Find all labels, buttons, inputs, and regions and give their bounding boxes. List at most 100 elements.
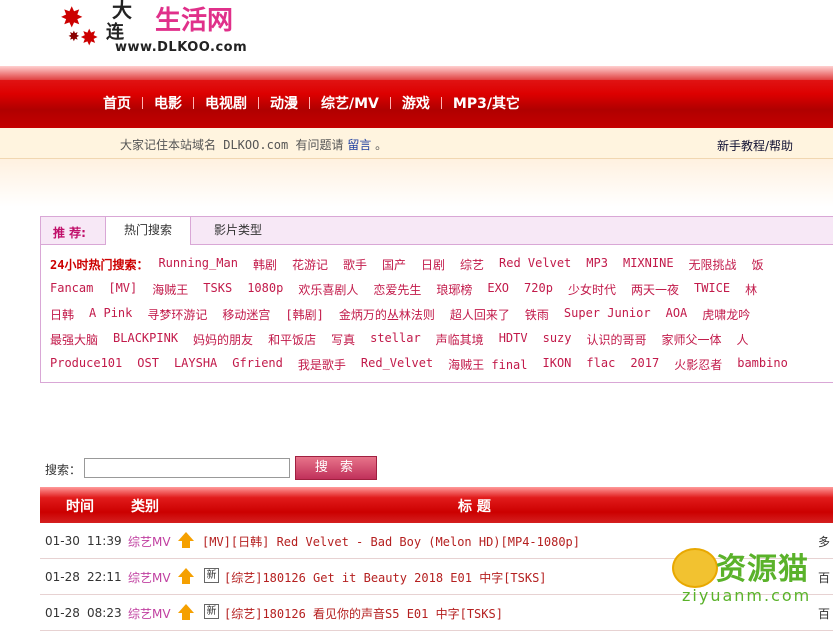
watermark-text: 资源猫	[716, 552, 809, 587]
nav-mp3-other[interactable]: MP3/其它	[442, 93, 531, 113]
keyword-link[interactable]: Red_Velvet	[361, 356, 433, 373]
keyword-link[interactable]: HDTV	[499, 331, 528, 348]
keyword-row: 日韩 A Pink 寻梦环游记 移动迷宫 [韩剧] 金炳万的丛林法则 超人回来了…	[50, 306, 765, 323]
keyword-link[interactable]: bambino	[737, 356, 788, 373]
keyword-link[interactable]: 综艺	[460, 256, 484, 273]
search-button[interactable]: 搜 索	[295, 456, 377, 480]
keyword-link[interactable]: 日剧	[421, 256, 445, 273]
keyword-link[interactable]: LAYSHA	[174, 356, 217, 373]
keyword-link[interactable]: MIXNINE	[623, 256, 674, 273]
keyword-link[interactable]: IKON	[543, 356, 572, 373]
help-link[interactable]: 新手教程/帮助	[717, 137, 793, 154]
logo-site-name: 生活网	[155, 6, 234, 36]
search-label: 搜索：	[45, 463, 82, 477]
keyword-link[interactable]: BLACKPINK	[113, 331, 178, 348]
row-category[interactable]: 综艺MV	[128, 605, 171, 622]
keyword-link[interactable]: suzy	[543, 331, 572, 348]
keyword-link[interactable]: 饭	[752, 256, 764, 273]
keyword-link[interactable]: 火影忍者	[674, 356, 722, 373]
main-nav: 首页 电影 电视剧 动漫 综艺/MV 游戏 MP3/其它	[92, 92, 531, 114]
keyword-link[interactable]: 移动迷宫	[222, 306, 270, 323]
keyword-link[interactable]: Super Junior	[564, 306, 651, 323]
list-header: 时间 类别 标 题	[40, 487, 833, 523]
keyword-link[interactable]: AOA	[666, 306, 688, 323]
keyword-link[interactable]: 人	[737, 331, 749, 348]
keyword-link[interactable]: Produce101	[50, 356, 122, 373]
row-title-link[interactable]: [MV][日韩] Red Velvet - Bad Boy (Melon HD)…	[202, 533, 580, 550]
keyword-link[interactable]: 韩剧	[253, 256, 277, 273]
cat-logo-icon	[672, 548, 718, 588]
keyword-link[interactable]: Red Velvet	[499, 256, 571, 273]
keyword-link[interactable]: 金炳万的丛林法则	[339, 306, 435, 323]
row-time: 11:39	[87, 534, 122, 548]
nav-home[interactable]: 首页	[92, 93, 142, 113]
keyword-link[interactable]: 无限挑战	[689, 256, 737, 273]
keyword-link[interactable]: flac	[586, 356, 615, 373]
nav-tv-series[interactable]: 电视剧	[194, 93, 258, 113]
keyword-link[interactable]: Gfriend	[232, 356, 283, 373]
keyword-link[interactable]: [韩剧]	[285, 306, 323, 323]
keyword-link[interactable]: 最强大脑	[50, 331, 98, 348]
keyword-link[interactable]: 寻梦环游记	[147, 306, 207, 323]
nav-variety-mv[interactable]: 综艺/MV	[310, 93, 390, 113]
new-badge-icon: 新	[204, 568, 219, 583]
row-category[interactable]: 综艺MV	[128, 533, 171, 550]
nav-games[interactable]: 游戏	[391, 93, 441, 113]
keyword-link[interactable]: 认识的哥哥	[587, 331, 647, 348]
up-arrow-icon	[178, 568, 194, 584]
keyword-link[interactable]: OST	[137, 356, 159, 373]
keyword-link[interactable]: MP3	[586, 256, 608, 273]
keyword-link[interactable]: 歌手	[343, 256, 367, 273]
keyword-link[interactable]: 2017	[630, 356, 659, 373]
nav-anime[interactable]: 动漫	[259, 93, 309, 113]
keyword-link[interactable]: 海贼王	[152, 281, 188, 298]
keyword-link[interactable]: 日韩	[50, 306, 74, 323]
search-input[interactable]	[84, 458, 290, 478]
row-title-link[interactable]: [综艺]180126 看见你的声音S5 E01 中字[TSKS]	[224, 605, 503, 622]
keyword-link[interactable]: TSKS	[203, 281, 232, 298]
keyword-link[interactable]: 虎啸龙吟	[702, 306, 750, 323]
keyword-link[interactable]: 两天一夜	[631, 281, 679, 298]
keyword-link[interactable]: Fancam	[50, 281, 93, 298]
keyword-link[interactable]: 少女时代	[568, 281, 616, 298]
keyword-link[interactable]: 花游记	[292, 256, 328, 273]
tab-hot-search[interactable]: 热门搜索	[105, 217, 192, 245]
keyword-link[interactable]: EXO	[487, 281, 509, 298]
keyword-link[interactable]: 海贼王 final	[448, 356, 527, 373]
row-title-link[interactable]: [综艺]180126 Get it Beauty 2018 E01 中字[TSK…	[224, 569, 547, 586]
keyword-link[interactable]: Running_Man	[158, 256, 237, 273]
row-category[interactable]: 综艺MV	[128, 569, 171, 586]
keyword-link[interactable]: 和平饭店	[268, 331, 316, 348]
message-link[interactable]: 留言	[347, 138, 371, 152]
keyword-link[interactable]: 我是歌手	[298, 356, 346, 373]
keyword-link[interactable]: 铁雨	[525, 306, 549, 323]
keyword-link[interactable]: 声临其境	[436, 331, 484, 348]
header-category: 类别	[131, 499, 159, 515]
keyword-link[interactable]: 林	[745, 281, 757, 298]
keyword-link[interactable]: 家师父一体	[662, 331, 722, 348]
keyword-link[interactable]: stellar	[370, 331, 421, 348]
keyword-link[interactable]: [MV]	[108, 281, 137, 298]
watermark-url: ziyuanm.com	[682, 586, 812, 605]
keyword-link[interactable]: A Pink	[89, 306, 132, 323]
keyword-link[interactable]: 写真	[331, 331, 355, 348]
site-logo[interactable]: ✸ ✸ ✸ 大 连 生活网 www.DLKOO.com	[60, 0, 260, 64]
keyword-link[interactable]: 国产	[382, 256, 406, 273]
keyword-link[interactable]: 恋爱先生	[373, 281, 421, 298]
keyword-link[interactable]: 720p	[524, 281, 553, 298]
keyword-link[interactable]: 超人回来了	[450, 306, 510, 323]
keyword-link[interactable]: 琅琊榜	[436, 281, 472, 298]
keyword-link[interactable]: 妈妈的朋友	[193, 331, 253, 348]
keyword-link[interactable]: TWICE	[694, 281, 730, 298]
tab-movie-types[interactable]: 影片类型	[196, 217, 280, 244]
row-date: 01-28	[45, 570, 80, 584]
keyword-row: 最强大脑 BLACKPINK 妈妈的朋友 和平饭店 写真 stellar 声临其…	[50, 331, 764, 348]
keyword-link[interactable]: 欢乐喜剧人	[298, 281, 358, 298]
keyword-link[interactable]: 1080p	[247, 281, 283, 298]
maple-leaf-icon: ✸	[68, 29, 80, 45]
nav-movies[interactable]: 电影	[143, 93, 193, 113]
up-arrow-icon	[178, 604, 194, 620]
up-arrow-icon	[178, 532, 194, 548]
recommend-label: 推 荐:	[53, 226, 86, 240]
new-badge-icon: 新	[204, 604, 219, 619]
